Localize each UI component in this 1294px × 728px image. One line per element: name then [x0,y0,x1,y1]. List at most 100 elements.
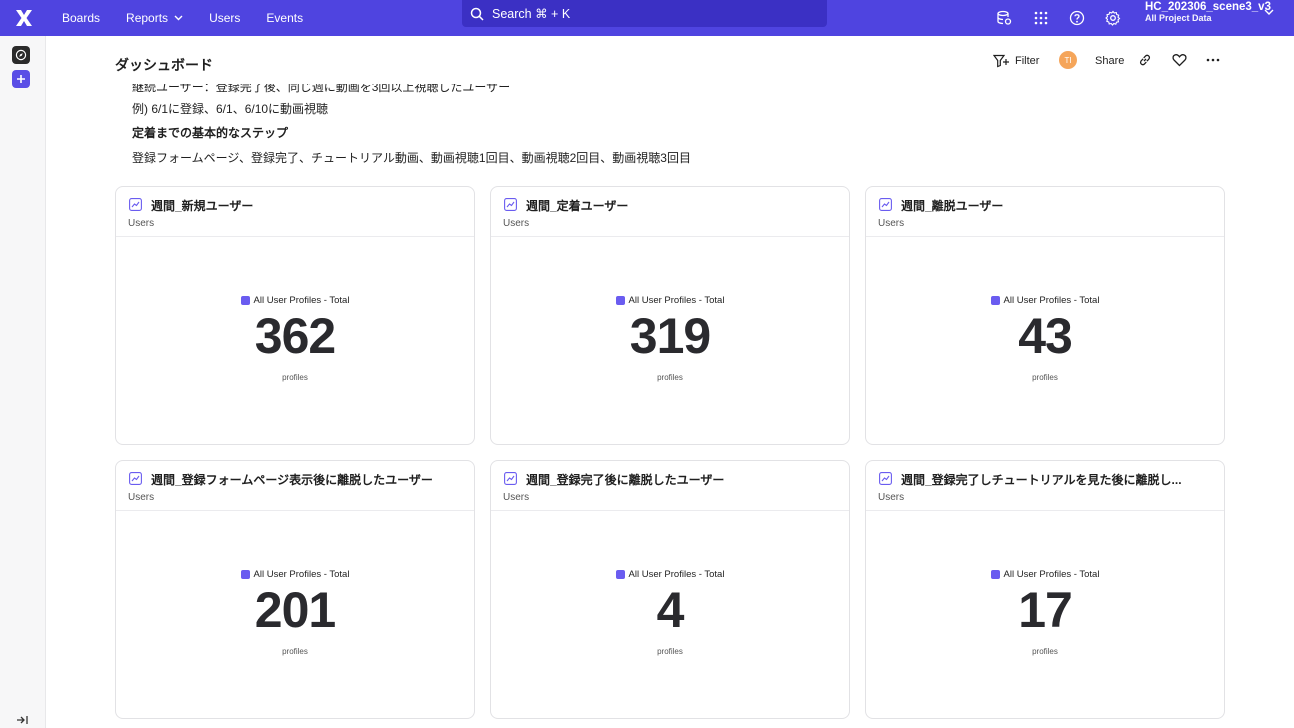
search-bar[interactable]: Search ⌘ + K [462,0,827,27]
data-stack-icon[interactable] [992,6,1016,30]
metric-value: 319 [629,308,711,364]
heart-icon[interactable] [1171,52,1187,68]
nav-boards-label: Boards [62,11,101,25]
search-label: Search ⌘ + K [492,7,571,21]
card-legend: All User Profiles - Total [116,569,474,580]
legend-label: All User Profiles - Total [253,569,350,580]
description-example: 例) 6/1に登録、6/1、6/10に動画視聴 [132,102,329,116]
card-header: 週間_離脱ユーザー Users [866,187,1224,237]
insights-chart-icon [129,472,142,485]
legend-swatch [990,296,1000,305]
report-card[interactable]: 週間_登録完了後に離脱したユーザー Users All User Profile… [490,460,850,719]
card-subtitle: Users [128,218,155,229]
filter-label: Filter [1015,55,1040,67]
steps-heading: 定着までの基本的なステップ [132,126,289,140]
report-card[interactable]: 週間_登録完了しチュートリアルを見た後に離脱し... Users All Use… [865,460,1225,719]
card-subtitle: Users [503,492,530,503]
card-title[interactable]: 週間_定着ユーザー [526,197,628,214]
filter-icon [993,54,1009,68]
nav-reports[interactable]: Reports [126,11,183,25]
report-card[interactable]: 週間_登録フォームページ表示後に離脱したユーザー Users All User … [115,460,475,719]
nav-events[interactable]: Events [266,11,303,25]
metric-value: 201 [254,582,336,638]
insights-chart-icon [504,472,517,485]
card-header: 週間_登録完了しチュートリアルを見た後に離脱し... Users [866,461,1224,511]
nav-reports-label: Reports [126,11,169,25]
metric-unit: profiles [1032,647,1058,656]
help-icon[interactable] [1065,6,1089,30]
steps-description: 登録フォームページ、登録完了、チュートリアル動画、動画視聴1回目、動画視聴2回目… [132,151,691,165]
report-card[interactable]: 週間_離脱ユーザー Users All User Profiles - Tota… [865,186,1225,445]
description-cut-line: 継続ユーザー：登録完了後、同じ週に動画を3回以上視聴したユーザー [132,84,832,96]
report-card[interactable]: 週間_定着ユーザー Users All User Profiles - Tota… [490,186,850,445]
legend-swatch [240,296,250,305]
project-scope: All Project Data [1145,12,1212,23]
chevron-down-icon[interactable] [1264,9,1274,16]
add-icon[interactable] [12,70,30,88]
page-title: ダッシュボード [115,57,213,73]
chevron-down-icon [174,15,183,21]
insights-chart-icon [879,198,892,211]
card-title[interactable]: 週間_登録完了しチュートリアルを見た後に離脱し... [901,471,1182,488]
legend-label: All User Profiles - Total [628,295,725,306]
metric-unit: profiles [282,373,308,382]
legend-label: All User Profiles - Total [628,569,725,580]
nav-users-label: Users [209,11,241,25]
metric-value: 4 [656,582,685,638]
apps-grid-icon[interactable] [1029,6,1053,30]
project-selector[interactable]: HC_202306_scene3_v3 All Project Data [1145,1,1271,24]
insights-chart-icon [879,472,892,485]
card-subtitle: Users [128,492,155,503]
settings-gear-icon[interactable] [1101,6,1125,30]
legend-label: All User Profiles - Total [1003,295,1100,306]
card-header: 週間_定着ユーザー Users [491,187,849,237]
insights-chart-icon [129,198,142,211]
nav-boards[interactable]: Boards [62,11,100,25]
filter-button[interactable]: Filter [993,50,1039,72]
legend-swatch [615,296,625,305]
project-name: HC_202306_scene3_v3 [1145,1,1271,13]
metric-unit: profiles [282,647,308,656]
description-cut-text: 継続ユーザー：登録完了後、同じ週に動画を3回以上視聴したユーザー [132,84,511,94]
card-title[interactable]: 週間_新規ユーザー [151,197,253,214]
left-sidebar [0,36,46,728]
insights-chart-icon [504,198,517,211]
legend-label: All User Profiles - Total [1003,569,1100,580]
card-title[interactable]: 週間_登録フォームページ表示後に離脱したユーザー [151,471,433,488]
nav-events-label: Events [266,11,304,25]
share-button[interactable]: Share [1095,55,1124,67]
top-navigation-bar: Boards Reports Users Events Search ⌘ + K… [0,0,1294,36]
card-legend: All User Profiles - Total [866,295,1224,306]
more-options-icon[interactable] [1205,52,1221,68]
metric-value: 362 [254,308,336,364]
legend-swatch [240,570,250,579]
search-icon [470,7,484,21]
card-header: 週間_登録フォームページ表示後に離脱したユーザー Users [116,461,474,511]
card-subtitle: Users [878,218,905,229]
card-header: 週間_登録完了後に離脱したユーザー Users [491,461,849,511]
card-subtitle: Users [878,492,905,503]
compass-icon[interactable] [12,46,30,64]
metric-unit: profiles [1032,373,1058,382]
card-legend: All User Profiles - Total [116,295,474,306]
card-subtitle: Users [503,218,530,229]
legend-swatch [990,570,1000,579]
app-logo-icon[interactable] [0,0,48,36]
card-legend: All User Profiles - Total [866,569,1224,580]
card-legend: All User Profiles - Total [491,569,849,580]
card-header: 週間_新規ユーザー Users [116,187,474,237]
metric-value: 17 [1018,582,1073,638]
metric-unit: profiles [657,647,683,656]
card-legend: All User Profiles - Total [491,295,849,306]
legend-swatch [615,570,625,579]
expand-sidebar-icon[interactable] [16,714,28,728]
legend-label: All User Profiles - Total [253,295,350,306]
nav-users[interactable]: Users [209,11,240,25]
report-card[interactable]: 週間_新規ユーザー Users All User Profiles - Tota… [115,186,475,445]
metric-value: 43 [1018,308,1073,364]
metric-unit: profiles [657,373,683,382]
avatar[interactable]: TI [1059,51,1077,69]
card-title[interactable]: 週間_登録完了後に離脱したユーザー [526,471,724,488]
card-title[interactable]: 週間_離脱ユーザー [901,197,1003,214]
link-icon[interactable] [1137,52,1153,68]
